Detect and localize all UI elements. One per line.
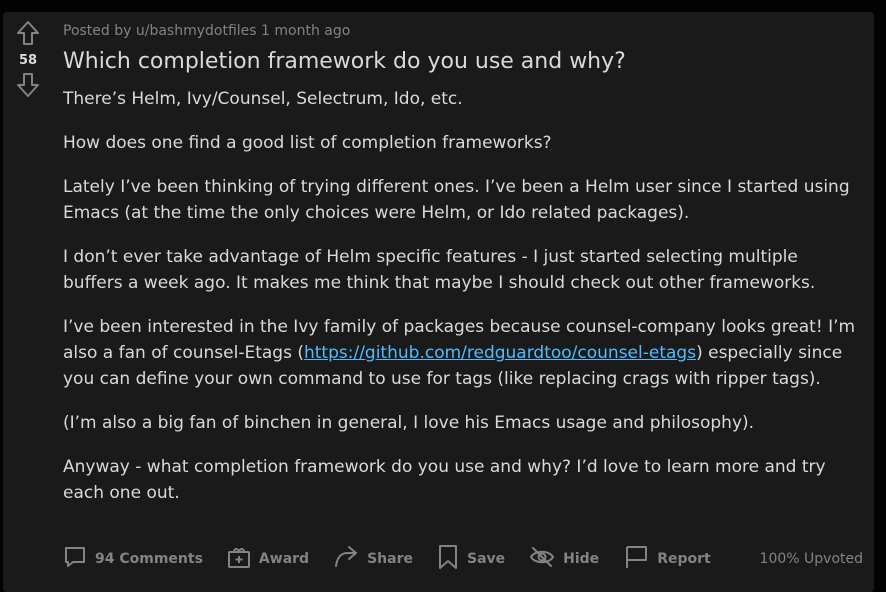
meta-prefix: Posted by: [63, 23, 132, 39]
paragraph: How does one find a good list of complet…: [63, 133, 552, 153]
post-meta: Posted by u/bashmydotfiles 1 month ago: [63, 22, 858, 40]
paragraph: Anyway - what completion framework do yo…: [63, 457, 826, 503]
save-icon: [437, 544, 467, 574]
vote-score: 58: [18, 53, 38, 68]
paragraph: I’ve been interested in the Ivy family o…: [63, 314, 858, 392]
save-button[interactable]: Save: [437, 544, 505, 574]
share-label: Share: [367, 551, 413, 567]
award-button[interactable]: Award: [227, 545, 309, 573]
report-label: Report: [657, 551, 711, 567]
paragraph: There’s Helm, Ivy/Counsel, Selectrum, Id…: [63, 89, 463, 109]
hide-button[interactable]: Hide: [529, 546, 599, 572]
upvote-icon: [15, 20, 41, 50]
hide-label: Hide: [563, 551, 600, 567]
upvote-ratio: 100% Upvoted: [759, 551, 863, 567]
award-icon: [227, 545, 259, 573]
downvote-button[interactable]: [13, 72, 43, 102]
post-time[interactable]: 1 month ago: [261, 23, 350, 39]
vote-column: 58: [3, 12, 53, 102]
paragraph: (I’m also a big fan of binchen in genera…: [63, 413, 755, 433]
report-icon: [623, 544, 657, 574]
paragraph: Lately I’ve been thinking of trying diff…: [63, 177, 850, 223]
upvote-button[interactable]: [13, 20, 43, 50]
share-icon: [333, 545, 367, 573]
post-content: Posted by u/bashmydotfiles 1 month ago W…: [63, 12, 858, 506]
post-body: There’s Helm, Ivy/Counsel, Selectrum, Id…: [63, 86, 858, 506]
comments-label: 94 Comments: [95, 551, 203, 567]
downvote-icon: [15, 72, 41, 102]
report-button[interactable]: Report: [623, 544, 711, 574]
post-title[interactable]: Which completion framework do you use an…: [63, 48, 858, 76]
comments-button[interactable]: 94 Comments: [63, 545, 203, 573]
author-link[interactable]: u/bashmydotfiles: [136, 23, 257, 39]
counsel-etags-link[interactable]: https://github.com/redguardtoo/counsel-e…: [304, 343, 696, 363]
action-bar: 94 Comments Award Share Save Hide Report…: [63, 542, 863, 576]
hide-icon: [529, 546, 563, 572]
paragraph: I don’t ever take advantage of Helm spec…: [63, 247, 816, 293]
post-card: 58 Posted by u/bashmydotfiles 1 month ag…: [3, 12, 874, 592]
share-button[interactable]: Share: [333, 545, 413, 573]
award-label: Award: [258, 551, 310, 567]
comment-icon: [63, 545, 95, 573]
save-label: Save: [466, 551, 506, 567]
